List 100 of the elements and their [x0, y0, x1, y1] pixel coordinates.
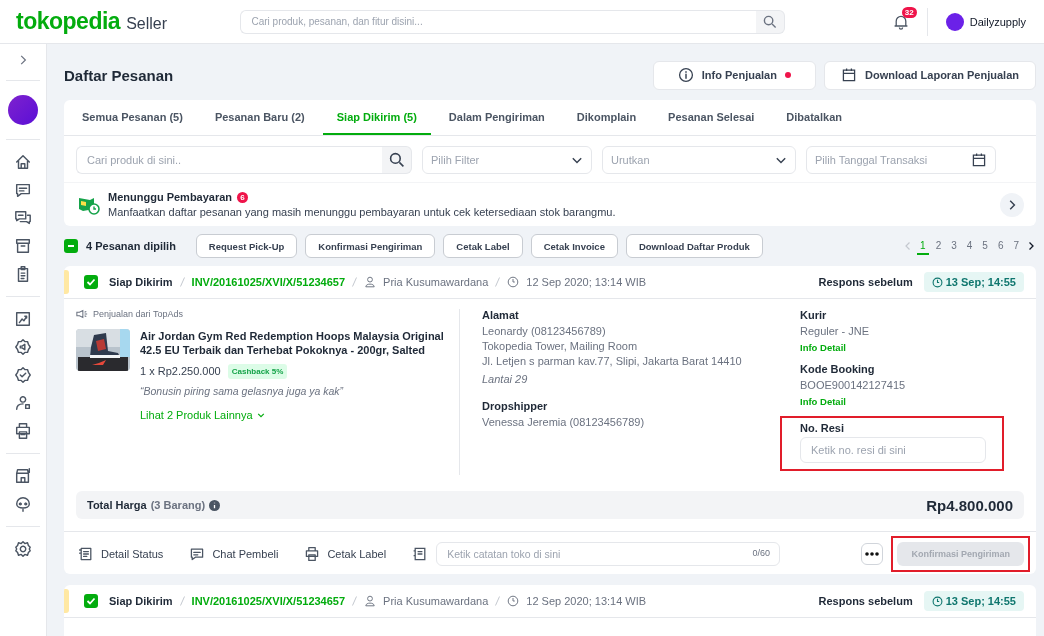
order-tab[interactable]: Dikomplain [562, 100, 651, 135]
shop-avatar[interactable] [945, 12, 964, 31]
page-link[interactable]: 6 [994, 237, 1007, 255]
total-label: Total Harga [87, 499, 147, 511]
status-strip [64, 270, 69, 294]
buyer-name: Pria Kusumawardana [383, 276, 489, 288]
check-icon [86, 596, 96, 606]
store-icon[interactable] [14, 467, 32, 485]
detail-status-button[interactable]: Detail Status [78, 546, 164, 562]
info-icon [677, 67, 694, 83]
page-link[interactable]: 7 [1010, 237, 1022, 255]
logo-suffix: Seller [126, 15, 168, 33]
bulk-checkbox[interactable] [64, 239, 78, 253]
booking-label: Kode Booking [800, 362, 875, 375]
box-icon[interactable] [14, 237, 32, 255]
page-title: Daftar Pesanan [64, 66, 175, 84]
discussion-icon[interactable] [14, 209, 32, 227]
product-name[interactable]: Air Jordan Gym Red Redemption Hoops Malaysia Original 42.5 EU Terbaik dan Terhebat Pokoknya - 200gr, Salted [140, 329, 449, 358]
dropshipper-value: Venessa Jeremia (08123456789) [482, 415, 645, 431]
download-button[interactable]: Download Laporan Penjualan [823, 60, 1036, 90]
chevron-down-icon [256, 410, 265, 419]
deadline-badge: 13 Sep; 14:55 [923, 591, 1024, 611]
status-strip [64, 589, 69, 613]
megaphone-icon [76, 309, 88, 319]
chart-icon[interactable] [14, 310, 32, 328]
separator [352, 596, 358, 606]
print-label-button[interactable]: Cetak Label [304, 546, 387, 562]
page-link[interactable]: 2 [932, 237, 945, 255]
tracking-label: No. Resi [800, 421, 845, 434]
separator [495, 596, 501, 606]
booking-code: BOOE900142127415 [800, 377, 906, 393]
chat-icon [189, 546, 206, 562]
total-amount: Rp4.800.000 [926, 496, 1013, 514]
clock-icon [931, 595, 943, 607]
banner-title: Menunggu Pembayaran [108, 191, 233, 203]
clock-icon [507, 276, 520, 288]
check-icon [86, 277, 96, 287]
buyer-name: Pria Kusumawardana [383, 595, 489, 607]
order-tab[interactable]: Pesanan Selesai [654, 100, 769, 135]
bulk-action-button[interactable]: Konfirmasi Pengiriman [305, 234, 436, 258]
item-count: (3 Barang) [150, 499, 206, 511]
address-label: Alamat [482, 309, 519, 321]
megaphone-badge-icon[interactable] [14, 338, 32, 356]
printer-icon[interactable] [14, 422, 32, 440]
separator [352, 277, 358, 287]
home-icon[interactable] [14, 153, 32, 171]
bulk-action-button[interactable]: Request Pick-Up [195, 234, 298, 258]
user-icon [364, 595, 377, 607]
next-button[interactable] [1000, 192, 1024, 217]
deadline-badge: 13 Sep; 14:55 [923, 272, 1024, 292]
settings-icon[interactable] [14, 540, 32, 558]
order-tab[interactable]: Semua Pesanan (5) [68, 100, 197, 135]
bulk-action-button[interactable]: Cetak Label [443, 234, 523, 258]
shop-avatar[interactable] [8, 95, 38, 125]
clock-icon [507, 595, 520, 607]
address-note: Lantai 29 [482, 371, 528, 387]
bulk-action-button[interactable]: Download Daftar Produk [625, 234, 763, 258]
shop-name[interactable]: Dailyzupply [969, 15, 1026, 28]
sales-source: Penjualan dari TopAds [93, 309, 183, 319]
cashback-tag: Cashback 5% [227, 363, 288, 379]
address-line: Tokopedia Tower, Mailing Room [482, 338, 638, 354]
chat-button[interactable]: Chat Pembeli [189, 546, 279, 562]
bell-icon[interactable] [892, 13, 909, 30]
chat-icon[interactable] [14, 181, 32, 199]
order-checkbox[interactable] [84, 275, 98, 289]
user-icon [364, 276, 377, 288]
user-icon[interactable] [14, 394, 32, 412]
page-link[interactable]: 3 [948, 237, 960, 255]
order-status: Siap Dikirim [109, 276, 173, 288]
document-icon [78, 546, 94, 562]
address-line: Jl. Letjen s parman kav.77, Slipi, Jakarta Barat 14410 [482, 353, 742, 369]
order-date: 12 Sep 2020; 13:14 WIB [526, 595, 647, 607]
order-tab[interactable]: Dibatalkan [772, 100, 856, 135]
quantity-price: 1 x Rp2.250.000 [140, 365, 221, 378]
next-page-icon[interactable] [1026, 241, 1036, 251]
page-link[interactable]: 5 [979, 237, 991, 255]
address-line: Leonardy (08123456789) [482, 324, 606, 339]
order-date: 12 Sep 2020; 13:14 WIB [526, 276, 647, 288]
banner-text: Manfaatkan daftar pesanan yang masih menunggu pembayaran untuk cek ketersediaan stok barangmu. [108, 206, 617, 218]
more-icon [865, 552, 880, 556]
tracking-number-field[interactable]: Ketik no. resi di sini [800, 436, 986, 463]
character-count: 0/60 [752, 548, 771, 558]
courier-label: Kurir [800, 309, 827, 321]
bulk-action-button[interactable]: Cetak Invoice [530, 234, 618, 258]
more-button[interactable] [861, 543, 884, 565]
calendar-icon [840, 67, 857, 83]
order-tab[interactable]: Pesanan Baru (2) [200, 100, 319, 135]
order-checkbox[interactable] [84, 594, 98, 608]
response-label: Respons sebelum [818, 276, 913, 288]
info-icon[interactable] [209, 499, 221, 511]
response-label: Respons sebelum [818, 595, 913, 607]
clock-icon [931, 276, 943, 288]
info-button[interactable]: Info Penjualan [652, 60, 816, 90]
buyer-note: “Bonusin piring sama gelasnya juga ya kak” [140, 384, 344, 397]
selection-count: 4 Pesanan dipilih [86, 240, 176, 252]
page-link[interactable]: 4 [963, 237, 976, 255]
check-badge-icon[interactable] [14, 366, 32, 384]
courier-value: Reguler - JNE [800, 324, 870, 339]
printer-icon [304, 546, 321, 562]
order-tab[interactable]: Dalam Pengiriman [434, 100, 559, 135]
